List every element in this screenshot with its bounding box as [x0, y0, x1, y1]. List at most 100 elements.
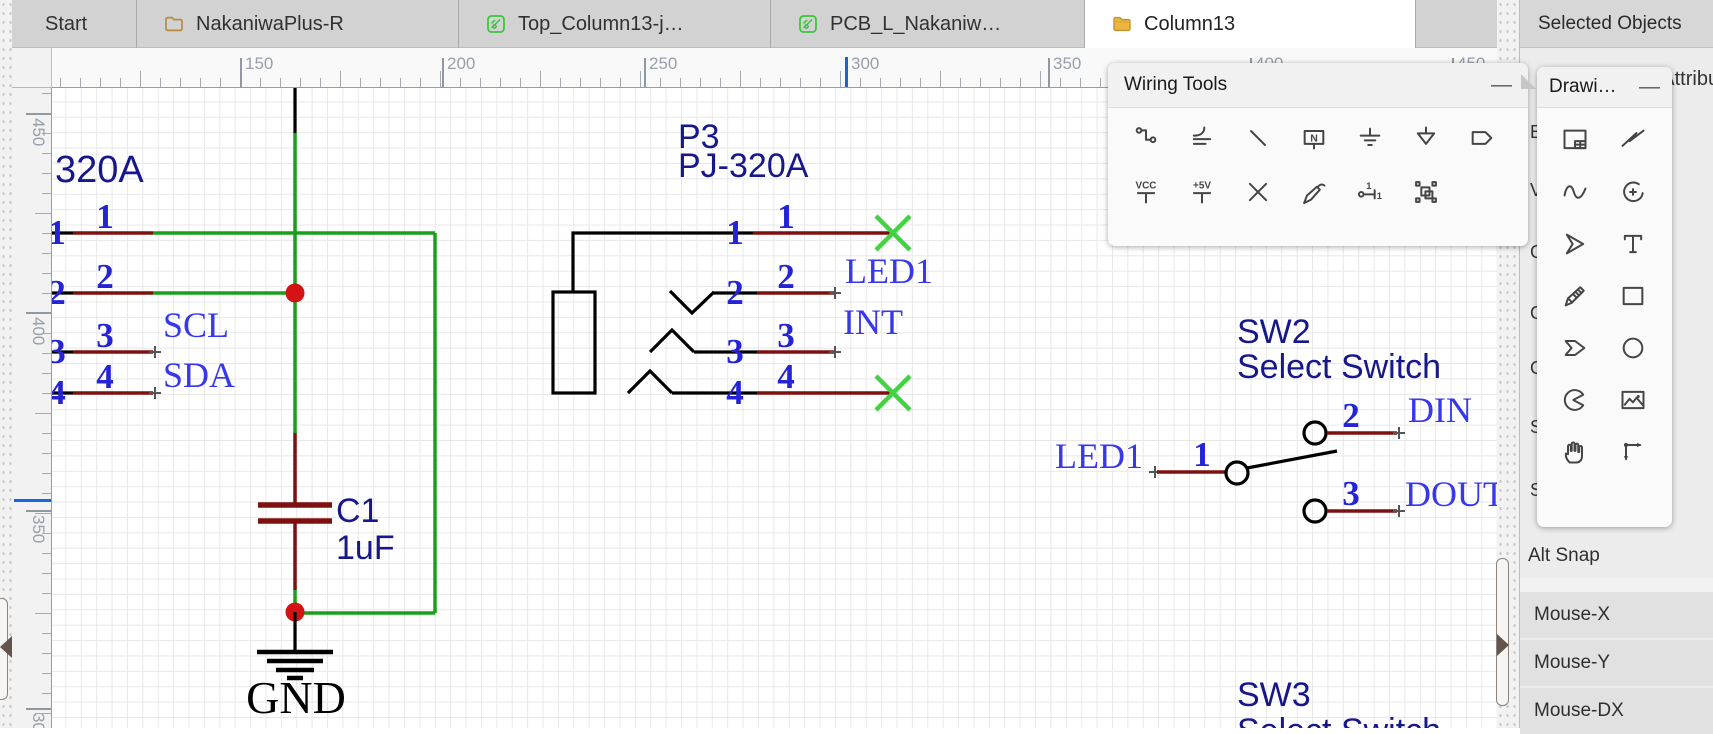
net-label-sda[interactable]: SDA [163, 355, 235, 395]
arc-tool-button[interactable] [1609, 168, 1657, 216]
v-ruler-label: 350 [29, 515, 48, 544]
pin-name[interactable]: 2 [52, 273, 66, 312]
alt-snap-label[interactable]: Alt Snap [1528, 545, 1600, 567]
sw3-value[interactable]: Select Switch [1237, 712, 1441, 728]
sw2-value[interactable]: Select Switch [1237, 348, 1441, 386]
ground-tool-button[interactable] [1346, 114, 1394, 162]
h-ruler-label: 150 [245, 54, 274, 73]
net-port-tool-button[interactable] [1458, 114, 1506, 162]
pin-number[interactable]: 4 [96, 357, 114, 396]
polygon-tool-button[interactable] [1551, 324, 1599, 372]
plus5v-flag-tool-button[interactable]: +5V [1178, 168, 1226, 216]
pin-name[interactable]: 3 [726, 332, 744, 371]
text-tool-button[interactable] [1609, 220, 1657, 268]
net-port-icon [1471, 131, 1493, 145]
bus-tool-button[interactable] [1178, 114, 1226, 162]
bezier-tool-button[interactable] [1551, 168, 1599, 216]
pin-name[interactable]: 2 [726, 273, 744, 312]
net-label-icon: N [1303, 130, 1325, 150]
pin-number[interactable]: 1 [1193, 435, 1211, 474]
measure-tool-button[interactable] [1609, 428, 1657, 476]
net-label-tool-button[interactable]: N [1290, 114, 1338, 162]
right-collapse-handle[interactable] [1496, 558, 1509, 706]
document-tabbar: Start NakaniwaPlus-R Top_Column13-j… PCB… [12, 0, 1497, 48]
ellipse-tool-button[interactable] [1609, 324, 1657, 372]
bezier-icon [1563, 185, 1587, 199]
c1-ref[interactable]: C1 [336, 492, 379, 530]
tab-column13-active[interactable]: Column13 [1085, 0, 1416, 48]
sw2-ref[interactable]: SW2 [1237, 313, 1311, 351]
panel-divider [1520, 578, 1713, 592]
mouse-x-row: Mouse-X [1520, 592, 1713, 638]
wiring-tools-title: Wiring Tools [1124, 74, 1228, 95]
pin-name[interactable]: 3 [52, 332, 66, 371]
sheet-frame-tool-button[interactable] [1551, 116, 1599, 164]
pin-tool-button[interactable]: 1 1 [1346, 168, 1394, 216]
pin-number[interactable]: 1 [96, 197, 114, 236]
pin-number[interactable]: 3 [1342, 474, 1360, 513]
c1-value[interactable]: 1uF [336, 529, 395, 567]
pin-number[interactable]: 1 [777, 197, 795, 236]
tab-label: NakaniwaPlus-R [196, 12, 344, 35]
pin-number[interactable]: 2 [1342, 396, 1360, 435]
polyline-icon [1621, 129, 1645, 147]
tab-start[interactable]: Start [12, 0, 137, 48]
p3-value[interactable]: PJ-320A [678, 147, 809, 185]
wire-tool-button[interactable] [1122, 114, 1170, 162]
net-label-dout[interactable]: DOUT [1405, 474, 1497, 514]
pie-tool-button[interactable] [1551, 376, 1599, 424]
pin-name[interactable]: 4 [52, 373, 66, 412]
collapse-right-arrow-icon[interactable] [1497, 634, 1509, 656]
pin-number[interactable]: 4 [777, 357, 795, 396]
gnd-symbol[interactable] [257, 612, 333, 681]
pin-number[interactable]: 3 [777, 316, 795, 355]
sw2-component[interactable] [1149, 420, 1405, 524]
pin-name[interactable]: 1 [726, 213, 744, 252]
drag-tool-button[interactable] [1551, 428, 1599, 476]
vcc-flag-tool-button[interactable]: VCC [1122, 168, 1170, 216]
bus-entry-icon [1250, 130, 1266, 146]
wiring-tools-palette: Wiring Tools — N VCC +5V 1 1 [1108, 63, 1528, 246]
collapse-left-arrow-icon[interactable] [0, 636, 12, 658]
voltage-probe-tool-button[interactable] [1290, 168, 1338, 216]
drawing-tools-titlebar[interactable]: Drawi… — [1537, 67, 1672, 108]
p3-jack-component[interactable] [551, 231, 893, 395]
v-ruler-label: 300 [29, 713, 48, 728]
left-jack-value[interactable]: 320A [55, 149, 144, 191]
sw3-ref[interactable]: SW3 [1237, 676, 1311, 714]
pin-name[interactable]: 1 [52, 213, 66, 252]
net-label-din[interactable]: DIN [1408, 390, 1472, 430]
wiring-tools-titlebar[interactable]: Wiring Tools — [1108, 63, 1528, 108]
pcb-doc-icon [799, 15, 817, 33]
folder-outline-icon [165, 16, 183, 32]
ground-flag-tool-button[interactable] [1402, 114, 1450, 162]
pin-number[interactable]: 2 [96, 257, 114, 296]
gnd-label[interactable]: GND [246, 672, 346, 723]
arrow-tool-button[interactable] [1551, 220, 1599, 268]
pin-number[interactable]: 3 [96, 316, 114, 355]
group-select-tool-button[interactable] [1402, 168, 1450, 216]
group-select-icon [1415, 181, 1437, 203]
net-label-scl[interactable]: SCL [163, 305, 229, 345]
polyline-tool-button[interactable] [1609, 116, 1657, 164]
pin-name[interactable]: 4 [726, 373, 744, 412]
net-label-led1[interactable]: LED1 [845, 251, 933, 291]
tab-pcb-l-nakaniwa[interactable]: PCB_L_Nakaniw… [771, 0, 1085, 48]
net-label-led1[interactable]: LED1 [1055, 436, 1143, 476]
ruler-corner [12, 48, 52, 88]
bus-entry-tool-button[interactable] [1234, 114, 1282, 162]
net-label-int[interactable]: INT [843, 302, 903, 342]
capacitor-c1[interactable] [258, 433, 332, 590]
minimize-button[interactable]: — [1639, 76, 1660, 97]
pin-number[interactable]: 2 [777, 257, 795, 296]
ground-icon [1359, 127, 1381, 146]
rectangle-icon [1622, 286, 1644, 306]
image-tool-button[interactable] [1609, 376, 1657, 424]
wire-junction[interactable] [285, 283, 305, 303]
rectangle-tool-button[interactable] [1609, 272, 1657, 320]
tab-top-column13[interactable]: Top_Column13-j… [459, 0, 771, 48]
no-connect-tool-button[interactable] [1234, 168, 1282, 216]
minimize-button[interactable]: — [1491, 74, 1512, 95]
tab-nakaniwaplus-r[interactable]: NakaniwaPlus-R [137, 0, 459, 48]
pencil-tool-button[interactable] [1551, 272, 1599, 320]
